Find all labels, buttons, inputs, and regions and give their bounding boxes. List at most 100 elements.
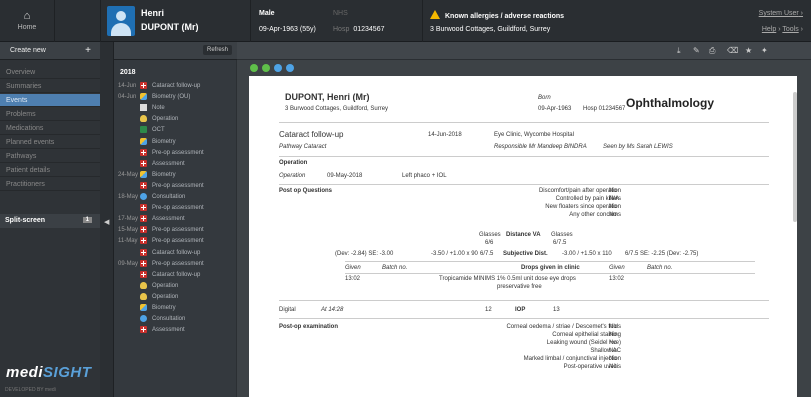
nav-summaries[interactable]: Summaries (0, 80, 100, 93)
event-label: Pre-op assessment (152, 227, 204, 234)
event-date: 24-May (118, 171, 139, 178)
event-item[interactable]: 17-May Assessment (114, 215, 237, 225)
system-user-label: System User (758, 10, 799, 17)
divider (422, 0, 423, 42)
collapse-arrow-icon[interactable]: ◀ (104, 218, 109, 226)
event-item[interactable]: Operation (114, 292, 237, 303)
tools-link[interactable]: Tools (782, 26, 798, 33)
divider (279, 300, 769, 301)
developed-by: DEVELOPED BY medi (5, 387, 56, 393)
help-tools: Help › Tools › (761, 26, 803, 33)
patient-last-name[interactable]: DUPONT (Mr) (141, 22, 199, 32)
biometry-icon (140, 93, 147, 101)
red-plus-icon (140, 82, 147, 89)
glasses-left: Glasses (551, 232, 573, 238)
event-item[interactable]: 24-May Biometry (114, 170, 237, 181)
event-item[interactable]: Biometry (114, 304, 237, 314)
nav-problems[interactable]: Problems (0, 108, 100, 121)
exam-q6: Post-operative uveitis (563, 364, 621, 370)
operation-value: Left phaco + IOL (402, 173, 447, 179)
download-icon[interactable]: ⤓ (677, 46, 681, 56)
split-screen-toggle[interactable]: Split-screen 1 (0, 214, 100, 228)
patient-address: 3 Burwood Cottages, Guildford, Surrey (430, 26, 551, 33)
biometry-icon (140, 304, 147, 311)
divider (279, 318, 769, 319)
system-user-link[interactable]: System User › (759, 10, 803, 17)
red-plus-icon (140, 215, 147, 223)
nav-patient-details[interactable]: Patient details (0, 164, 100, 177)
given-right-label: Given (345, 265, 361, 271)
medisight-logo: mediSIGHT (6, 364, 91, 381)
event-item[interactable]: Pre-op assessment (114, 204, 237, 214)
red-plus-icon (140, 148, 147, 156)
event-item[interactable]: OCT (114, 126, 237, 136)
event-label: Pre-op assessment (152, 260, 204, 267)
event-item[interactable]: 15-May Pre-op assessment (114, 226, 237, 236)
event-item[interactable]: 09-May Pre-op assessment (114, 259, 237, 270)
star-icon[interactable]: ★ (745, 46, 752, 55)
event-item[interactable]: Operation (114, 115, 237, 125)
patient-first-name[interactable]: Henri (141, 8, 164, 18)
pin-icon[interactable]: ✦ (761, 46, 768, 55)
document-toolbar: ⤓ ✎ ⎙ ⌫ ★ ✦ (237, 42, 811, 60)
event-label: OCT (152, 127, 165, 134)
event-item[interactable]: Pre-op assessment (114, 148, 237, 159)
event-item[interactable]: Note (114, 104, 237, 114)
postop-heading: Post op Questions (279, 188, 333, 194)
exam-heading: Post-op examination (279, 324, 339, 330)
event-label: Pre-op assessment (152, 149, 204, 156)
nav-events[interactable]: Events (0, 94, 100, 107)
hosp-label: Hosp (333, 26, 350, 33)
help-link[interactable]: Help (762, 26, 776, 33)
document-viewer[interactable]: DUPONT, Henri (Mr) 3 Burwood Cottages, G… (249, 76, 797, 397)
red-plus-icon (140, 326, 147, 334)
event-item[interactable]: Pre-op assessment (114, 181, 237, 192)
delete-icon[interactable]: ⌫ (727, 46, 738, 55)
home-button[interactable]: ⌂ Home (0, 0, 55, 42)
event-item[interactable]: 11-May Pre-op assessment (114, 237, 237, 247)
zoom-out-icon[interactable] (262, 64, 270, 72)
event-item[interactable]: Cataract follow-up (114, 248, 237, 259)
doc-hosp-number: Hosp 01234567 (583, 106, 626, 112)
event-label: Cataract follow-up (152, 249, 201, 256)
magnify-icon[interactable] (274, 64, 282, 72)
zoom-in-icon[interactable] (250, 64, 258, 72)
magnify-minus-icon[interactable] (286, 64, 294, 72)
drop-name-2: preservative free (497, 284, 542, 290)
drop-time-left: 13:02 (609, 276, 625, 282)
create-new-label: Create new (10, 47, 46, 54)
plus-icon: + (85, 45, 91, 56)
refraction-right: (Dev: -2.84) SE: -3.00 (335, 251, 394, 257)
nav-pathways[interactable]: Pathways (0, 150, 100, 163)
event-item[interactable]: 14-Jun Cataract follow-up (114, 82, 237, 92)
avatar-body (111, 23, 131, 36)
event-item[interactable]: Biometry (114, 137, 237, 148)
question-1: Discomfort/pain after operation (538, 188, 621, 194)
event-label: Cataract follow-up (152, 83, 201, 89)
event-pathway: Pathway Cataract (279, 144, 327, 150)
events-list: Refresh 2018 14-Jun Cataract follow-up 04-… (113, 42, 237, 397)
biometry-icon (140, 170, 147, 178)
edit-icon[interactable]: ✎ (693, 46, 700, 55)
event-item[interactable]: 18-May Consultation (114, 193, 237, 203)
nav-planned-events[interactable]: Planned events (0, 136, 100, 149)
nav-medications[interactable]: Medications (0, 122, 100, 135)
biometry-icon (140, 137, 147, 145)
create-new-button[interactable]: Create new + (0, 42, 100, 60)
event-responsible: Responsible Mr Mandeep BINDRA (494, 144, 587, 150)
nav-practitioners[interactable]: Practitioners (0, 178, 100, 191)
event-item[interactable]: Assessment (114, 326, 237, 336)
event-item[interactable]: Operation (114, 281, 237, 292)
nav-overview[interactable]: Overview (0, 66, 100, 79)
allergy-warning[interactable]: Known allergies / adverse reactions (430, 9, 564, 20)
doc-born-date: 09-Apr-1963 (538, 106, 572, 112)
event-item[interactable]: 04-Jun Biometry (OU) (114, 93, 237, 103)
print-icon[interactable]: ⎙ (709, 46, 715, 56)
event-item[interactable]: Consultation (114, 315, 237, 325)
refresh-button[interactable]: Refresh (202, 45, 232, 55)
answer-3: No (609, 204, 617, 210)
divider (100, 0, 101, 42)
scrollbar[interactable] (793, 92, 797, 222)
event-item[interactable]: Cataract follow-up (114, 270, 237, 281)
event-item[interactable]: Assessment (114, 159, 237, 170)
